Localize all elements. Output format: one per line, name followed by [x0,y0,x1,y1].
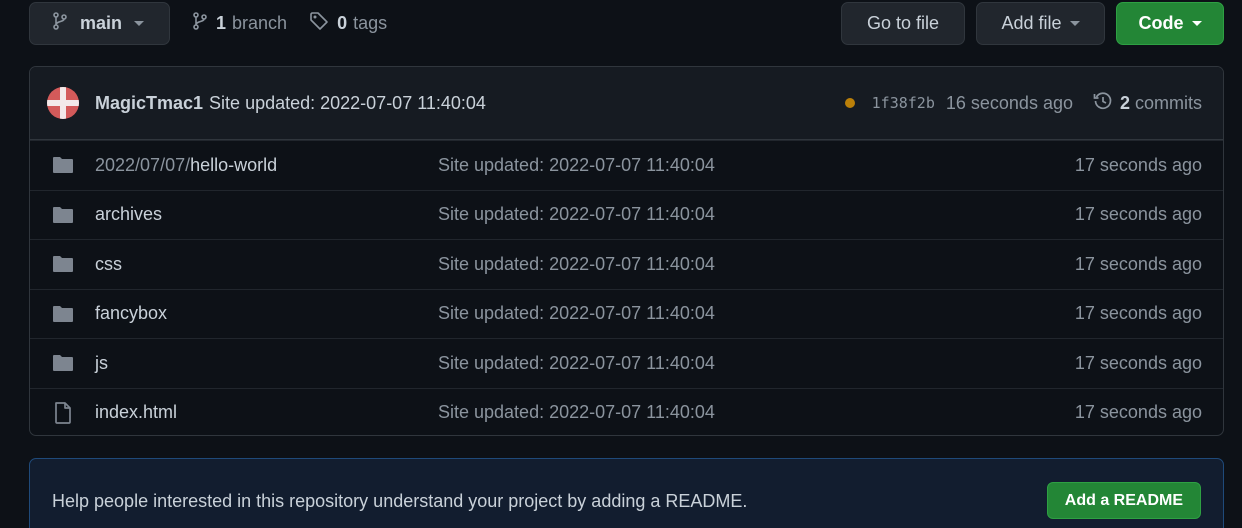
status-dot-icon[interactable] [844,98,855,108]
file-commit-message[interactable]: Site updated: 2022-07-07 11:40:04 [438,254,1075,275]
chevron-down-icon [134,21,145,26]
file-name-link[interactable]: archives [95,204,438,225]
code-button[interactable]: Code [1116,2,1224,45]
file-name-link[interactable]: css [95,254,438,275]
folder-icon [52,154,74,176]
file-age: 17 seconds ago [1074,204,1202,225]
file-commit-message[interactable]: Site updated: 2022-07-07 11:40:04 [438,204,1075,225]
table-row[interactable]: archives Site updated: 2022-07-07 11:40:… [30,189,1223,240]
history-icon [1093,91,1113,116]
branch-name: main [80,13,123,33]
folder-icon [52,204,74,226]
repo-toolbar: main 1 branch 0 tags Go to file Add file… [29,2,1224,45]
add-file-button[interactable]: Add file [976,2,1105,45]
commit-author[interactable]: MagicTmac1 [95,93,203,114]
chevron-down-icon [1069,21,1080,26]
add-readme-button[interactable]: Add a README [1046,482,1201,519]
file-name-link[interactable]: fancybox [95,303,438,324]
branch-icon [192,12,208,35]
commit-time: 16 seconds ago [945,92,1073,113]
tag-icon [309,11,329,36]
commit-message[interactable]: Site updated: 2022-07-07 11:40:04 [209,93,486,114]
readme-banner-text: Help people interested in this repositor… [52,491,748,511]
folder-icon [52,253,74,275]
file-browser: MagicTmac1 Site updated: 2022-07-07 11:4… [29,66,1224,436]
tags-link[interactable]: 0 tags [309,11,387,36]
table-row[interactable]: 2022/07/07/hello-world Site updated: 202… [30,140,1223,190]
chevron-down-icon [1191,21,1202,26]
code-label: Code [1138,13,1184,33]
branches-label: branch [232,13,288,33]
table-row[interactable]: index.html Site updated: 2022-07-07 11:4… [30,387,1223,436]
commit-sha[interactable]: 1f38f2b [872,94,935,112]
commits-link[interactable]: 2 commits [1093,91,1202,116]
commits-label: commits [1135,92,1202,113]
file-name: hello-world [190,154,278,175]
file-age: 17 seconds ago [1074,154,1202,175]
branches-link[interactable]: 1 branch [192,12,287,35]
folder-icon [52,303,74,325]
file-name-link[interactable]: 2022/07/07/hello-world [95,155,438,176]
file-name-link[interactable]: index.html [95,402,438,423]
file-age: 17 seconds ago [1074,253,1202,274]
file-icon [52,401,74,424]
readme-banner: Help people interested in this repositor… [29,458,1224,528]
table-row[interactable]: fancybox Site updated: 2022-07-07 11:40:… [30,288,1223,339]
table-row[interactable]: css Site updated: 2022-07-07 11:40:04 17… [30,239,1223,289]
table-row[interactable]: js Site updated: 2022-07-07 11:40:04 17 … [30,338,1223,388]
tags-label: tags [353,13,388,33]
commits-count: 2 [1119,92,1130,113]
folder-icon [52,352,74,374]
file-age: 17 seconds ago [1074,303,1202,324]
repository-page: main 1 branch 0 tags Go to file Add file… [0,0,1242,528]
go-to-file-button[interactable]: Go to file [841,2,965,45]
branch-icon [52,12,68,35]
branch-selector-button[interactable]: main [29,2,170,45]
file-commit-message[interactable]: Site updated: 2022-07-07 11:40:04 [438,402,1075,423]
file-path-prefix: 2022/07/07/ [95,154,191,175]
file-commit-message[interactable]: Site updated: 2022-07-07 11:40:04 [438,303,1075,324]
file-name-link[interactable]: js [95,353,438,374]
tags-count: 0 [337,13,348,33]
file-commit-message[interactable]: Site updated: 2022-07-07 11:40:04 [438,155,1075,176]
file-age: 17 seconds ago [1074,402,1202,423]
file-commit-message[interactable]: Site updated: 2022-07-07 11:40:04 [438,353,1075,374]
branches-count: 1 [216,13,227,33]
add-file-label: Add file [1001,13,1062,33]
file-age: 17 seconds ago [1074,352,1202,373]
avatar[interactable] [47,87,79,119]
latest-commit-bar: MagicTmac1 Site updated: 2022-07-07 11:4… [30,67,1223,140]
